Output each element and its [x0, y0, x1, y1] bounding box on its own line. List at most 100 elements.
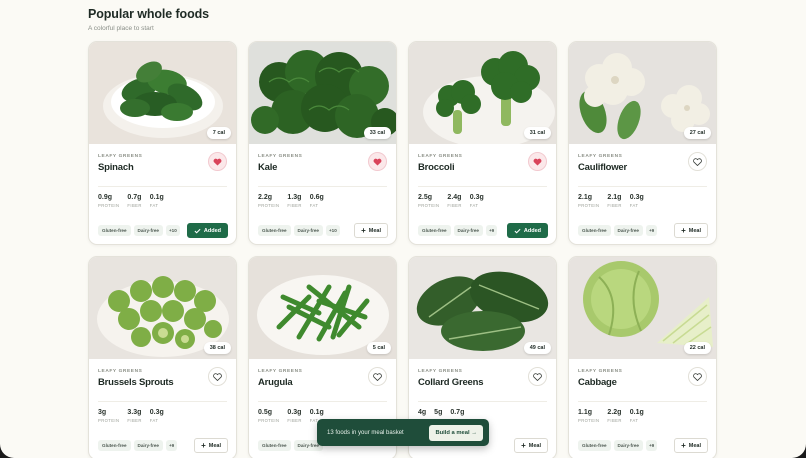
added-button[interactable]: Added — [506, 223, 548, 238]
add-to-meal-button[interactable]: + Meal — [354, 223, 388, 238]
food-photo: 22 cal — [569, 257, 716, 359]
macro-value: 2.2g — [607, 409, 622, 416]
check-icon — [514, 228, 521, 233]
favorite-button[interactable] — [528, 152, 547, 171]
macro-value: 2.1g — [578, 194, 593, 201]
macro-label: PROTEIN — [418, 203, 440, 208]
card-footer: Gluten-free Dairy-free +9 + Meal — [578, 223, 708, 238]
macro-stat: 0.3g FIBER — [287, 409, 301, 423]
favorite-button[interactable] — [368, 367, 387, 386]
diet-tag: Dairy-free — [613, 225, 643, 236]
add-to-meal-button[interactable]: + Meal — [674, 438, 708, 453]
macro-value: 2.5g — [418, 194, 433, 201]
food-card[interactable]: 7 cal LEAFY GREENS Spinach 0.9g PROTEIN … — [88, 41, 237, 245]
food-photo: 49 cal — [409, 257, 556, 359]
favorite-button[interactable] — [688, 367, 707, 386]
macro-stat: 2.5g PROTEIN — [418, 194, 439, 208]
calorie-badge: 38 cal — [203, 342, 231, 354]
card-footer: Gluten-free Dairy-free +9 + Meal — [98, 438, 228, 453]
macro-value: 3.3g — [127, 409, 142, 416]
macro-stat: 0.3g FAT — [630, 194, 644, 208]
add-to-meal-button[interactable]: + Meal — [514, 438, 548, 453]
page-title: Popular whole foods — [88, 7, 210, 21]
favorite-button[interactable] — [688, 152, 707, 171]
calorie-badge: 5 cal — [366, 342, 391, 354]
add-to-meal-button[interactable]: + Meal — [674, 223, 708, 238]
card-body: LEAFY GREENS Collard Greens 4g 5g 0.7g — [409, 359, 556, 418]
favorite-button[interactable] — [368, 152, 387, 171]
macro-value: 0.3g — [287, 409, 302, 416]
heart-icon — [693, 157, 702, 166]
card-divider — [258, 401, 387, 402]
favorite-button[interactable] — [208, 152, 227, 171]
more-tags-badge[interactable]: +9 — [485, 225, 498, 236]
more-tags-badge[interactable]: +9 — [645, 225, 658, 236]
card-body: LEAFY GREENS Brussels Sprouts 3g PROTEIN… — [89, 359, 236, 423]
macro-label: PROTEIN — [98, 203, 120, 208]
macro-value: 1.3g — [287, 194, 302, 201]
app-window: Popular whole foods A colorful place to … — [0, 0, 806, 458]
macro-stat: 4g — [418, 409, 426, 418]
plus-icon: + — [521, 440, 526, 450]
macro-label: FAT — [629, 418, 639, 423]
heart-icon — [533, 372, 542, 381]
food-card[interactable]: 31 cal LEAFY GREENS Broccoli 2.5g PROTEI… — [408, 41, 557, 245]
add-to-meal-button[interactable]: + Meal — [194, 438, 228, 453]
favorite-button[interactable] — [528, 367, 547, 386]
check-icon — [194, 228, 201, 233]
card-footer: Gluten-free Dairy-free +10 + Meal — [258, 223, 388, 238]
macro-value: 0.3g — [629, 194, 644, 201]
macro-value: 0.1g — [149, 194, 164, 201]
macro-stat: 1.1g PROTEIN — [578, 409, 599, 423]
macro-value: 0.1g — [309, 409, 324, 416]
card-divider — [258, 186, 387, 187]
plus-icon: + — [681, 440, 686, 450]
macro-stat: 3g PROTEIN — [98, 409, 119, 423]
more-tags-badge[interactable]: +9 — [645, 440, 658, 451]
calorie-badge: 31 cal — [523, 127, 551, 139]
macro-stat: 2.2g PROTEIN — [258, 194, 279, 208]
macro-label: PROTEIN — [98, 418, 120, 423]
macro-label: PROTEIN — [578, 418, 600, 423]
macro-label: FIBER — [607, 418, 622, 423]
added-button[interactable]: Added — [186, 223, 228, 238]
card-footer: Gluten-free Dairy-free +10 Added — [98, 223, 228, 238]
macro-value: 4g — [418, 409, 427, 416]
macro-value: 0.5g — [258, 409, 273, 416]
macro-stat: 3.3g FIBER — [127, 409, 141, 423]
macro-value: 3g — [98, 409, 107, 416]
page-subtitle: A colorful place to start — [88, 25, 154, 32]
macro-value: 2.2g — [258, 194, 273, 201]
calorie-badge: 49 cal — [523, 342, 551, 354]
macro-row: 2.5g PROTEIN 2.4g FIBER 0.3g FAT — [418, 194, 547, 208]
action-label: Meal — [368, 227, 381, 234]
food-photo: 31 cal — [409, 42, 556, 144]
diet-tag: Gluten-free — [258, 440, 291, 451]
action-label: Added — [523, 227, 541, 234]
action-label: Meal — [688, 227, 701, 234]
plus-icon: + — [681, 225, 686, 235]
macro-stat: 0.6g FAT — [310, 194, 324, 208]
macro-row: 3g PROTEIN 3.3g FIBER 0.3g FAT — [98, 409, 227, 423]
heart-icon — [373, 158, 382, 166]
macro-stat: 2.1g FIBER — [607, 194, 621, 208]
build-meal-button[interactable]: Build a meal → — [429, 424, 483, 441]
page-header: Popular whole foods A colorful place to … — [88, 7, 209, 32]
food-card[interactable]: 38 cal LEAFY GREENS Brussels Sprouts 3g … — [88, 256, 237, 458]
macro-label: PROTEIN — [578, 203, 600, 208]
calorie-badge: 22 cal — [683, 342, 711, 354]
more-tags-badge[interactable]: +10 — [325, 225, 340, 236]
food-card[interactable]: 33 cal LEAFY GREENS Kale 2.2g PROTEIN 1.… — [248, 41, 397, 245]
card-divider — [98, 186, 227, 187]
favorite-button[interactable] — [208, 367, 227, 386]
diet-tag: Gluten-free — [578, 440, 611, 451]
macro-stat: 0.7g — [450, 409, 464, 418]
heart-icon — [693, 372, 702, 381]
more-tags-badge[interactable]: +9 — [165, 440, 178, 451]
macro-label: FIBER — [607, 203, 622, 208]
more-tags-badge[interactable]: +10 — [165, 225, 180, 236]
food-card[interactable]: 22 cal LEAFY GREENS Cabbage 1.1g PROTEIN… — [568, 256, 717, 458]
macro-label: FAT — [629, 203, 639, 208]
food-card[interactable]: 27 cal LEAFY GREENS Cauliflower 2.1g PRO… — [568, 41, 717, 245]
macro-label: FIBER — [447, 203, 462, 208]
